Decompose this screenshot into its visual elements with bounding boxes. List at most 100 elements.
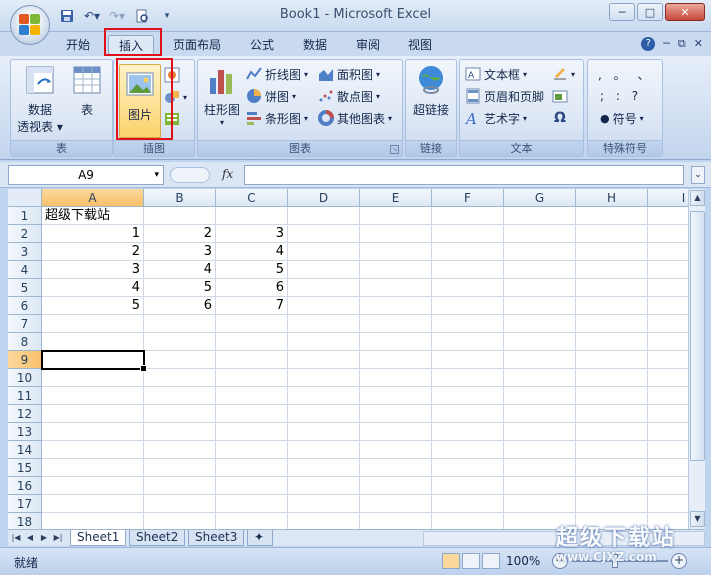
header-footer-button[interactable]: 页眉和页脚 [465, 87, 544, 105]
cell-f13[interactable] [432, 423, 504, 441]
cell-i5[interactable] [648, 279, 688, 297]
cell-a18[interactable] [42, 513, 144, 529]
cell-d10[interactable] [288, 369, 360, 387]
cell-g11[interactable] [504, 387, 576, 405]
cell-f16[interactable] [432, 477, 504, 495]
cell-h9[interactable] [576, 351, 648, 369]
row-header-10[interactable]: 10 [8, 369, 42, 387]
symbol-button[interactable]: ● 符号 ▾ [600, 109, 644, 127]
cell-a5[interactable]: 4 [42, 279, 144, 297]
cell-g9[interactable] [504, 351, 576, 369]
cell-g7[interactable] [504, 315, 576, 333]
scroll-up-icon[interactable]: ▲ [690, 190, 705, 206]
column-header-i[interactable]: I [648, 189, 688, 207]
cell-d13[interactable] [288, 423, 360, 441]
cell-b10[interactable] [144, 369, 216, 387]
textbox-button[interactable]: A 文本框 ▾ [465, 65, 527, 83]
cell-a12[interactable] [42, 405, 144, 423]
punctuation-row-1[interactable]: , 。 、 [598, 65, 653, 83]
cell-g13[interactable] [504, 423, 576, 441]
bar-chart-button[interactable]: 条形图 ▾ [246, 109, 308, 127]
signature-line-button[interactable]: ▾ [552, 65, 575, 83]
ribbon-restore-icon[interactable]: ⧉ [678, 37, 686, 51]
column-header-d[interactable]: D [288, 189, 360, 207]
cell-b2[interactable]: 2 [144, 225, 216, 243]
row-header-7[interactable]: 7 [8, 315, 42, 333]
cell-f7[interactable] [432, 315, 504, 333]
row-header-14[interactable]: 14 [8, 441, 42, 459]
cell-c7[interactable] [216, 315, 288, 333]
cell-h15[interactable] [576, 459, 648, 477]
sheet-tab-3[interactable]: Sheet3 [188, 530, 245, 546]
cell-d18[interactable] [288, 513, 360, 529]
cell-g4[interactable] [504, 261, 576, 279]
cell-a13[interactable] [42, 423, 144, 441]
cell-d9[interactable] [288, 351, 360, 369]
row-header-18[interactable]: 18 [8, 513, 42, 529]
cell-f2[interactable] [432, 225, 504, 243]
row-header-17[interactable]: 17 [8, 495, 42, 513]
cell-h4[interactable] [576, 261, 648, 279]
cell-f12[interactable] [432, 405, 504, 423]
zoom-slider-thumb[interactable] [612, 554, 618, 568]
cell-b4[interactable]: 4 [144, 261, 216, 279]
row-header-5[interactable]: 5 [8, 279, 42, 297]
cell-c11[interactable] [216, 387, 288, 405]
cell-e16[interactable] [360, 477, 432, 495]
cell-f6[interactable] [432, 297, 504, 315]
zoom-slider[interactable] [572, 560, 668, 562]
insert-sheet-icon[interactable]: ✦ [247, 530, 273, 546]
cell-h11[interactable] [576, 387, 648, 405]
cell-c2[interactable]: 3 [216, 225, 288, 243]
cell-f1[interactable] [432, 207, 504, 225]
cell-d2[interactable] [288, 225, 360, 243]
column-header-h[interactable]: H [576, 189, 648, 207]
object-button[interactable] [552, 87, 568, 105]
cell-d16[interactable] [288, 477, 360, 495]
cell-d12[interactable] [288, 405, 360, 423]
cell-a6[interactable]: 5 [42, 297, 144, 315]
pie-chart-button[interactable]: 饼图 ▾ [246, 87, 296, 105]
cell-d3[interactable] [288, 243, 360, 261]
tab-data[interactable]: 数据 [293, 35, 337, 56]
vertical-scrollbar[interactable]: ▲ ▼ [688, 189, 705, 529]
cell-h12[interactable] [576, 405, 648, 423]
tab-home[interactable]: 开始 [56, 35, 100, 56]
row-header-1[interactable]: 1 [8, 207, 42, 225]
row-header-2[interactable]: 2 [8, 225, 42, 243]
cell-g15[interactable] [504, 459, 576, 477]
cell-f8[interactable] [432, 333, 504, 351]
cell-e2[interactable] [360, 225, 432, 243]
formula-bar-resize-handle[interactable] [170, 167, 210, 183]
cell-c4[interactable]: 5 [216, 261, 288, 279]
cell-d17[interactable] [288, 495, 360, 513]
cell-d15[interactable] [288, 459, 360, 477]
cell-f10[interactable] [432, 369, 504, 387]
cell-h17[interactable] [576, 495, 648, 513]
cell-g17[interactable] [504, 495, 576, 513]
cell-b9[interactable] [144, 351, 216, 369]
cell-c1[interactable] [216, 207, 288, 225]
sheet-tab-2[interactable]: Sheet2 [129, 530, 186, 546]
cell-c14[interactable] [216, 441, 288, 459]
tab-page-layout[interactable]: 页面布局 [163, 35, 231, 56]
cell-f15[interactable] [432, 459, 504, 477]
normal-view-icon[interactable] [442, 553, 460, 569]
cell-i14[interactable] [648, 441, 688, 459]
cell-i1[interactable] [648, 207, 688, 225]
ribbon-minimize-icon[interactable]: ─ [663, 37, 670, 51]
tab-view[interactable]: 视图 [398, 35, 442, 56]
column-chart-button[interactable]: 柱形图 ▾ [200, 64, 244, 127]
cell-e3[interactable] [360, 243, 432, 261]
cell-d6[interactable] [288, 297, 360, 315]
cell-g8[interactable] [504, 333, 576, 351]
other-charts-button[interactable]: 其他图表 ▾ [318, 109, 392, 127]
cell-a1[interactable]: 超级下载站 [42, 207, 144, 225]
cell-i12[interactable] [648, 405, 688, 423]
cell-a3[interactable]: 2 [42, 243, 144, 261]
cell-i8[interactable] [648, 333, 688, 351]
cell-f5[interactable] [432, 279, 504, 297]
cell-g18[interactable] [504, 513, 576, 529]
cell-e18[interactable] [360, 513, 432, 529]
charts-dialog-launcher-icon[interactable]: ↘ [390, 145, 399, 154]
